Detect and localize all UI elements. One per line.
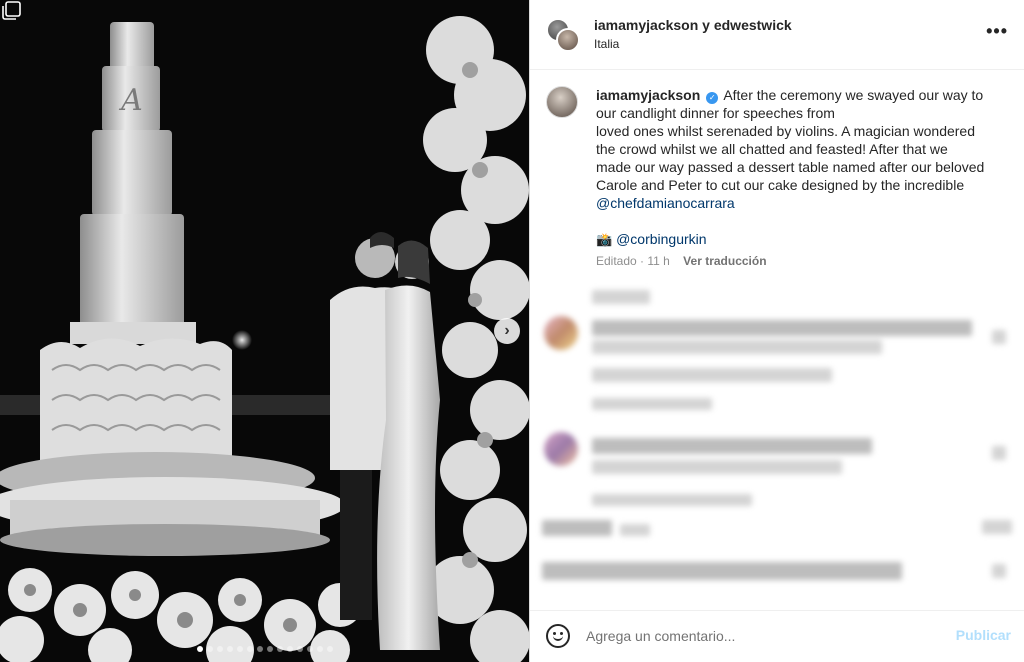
- caption-line: our candlight dinner for speeches from: [596, 105, 835, 121]
- post-details-panel: iamamyjackson y edwestwick Italia ••• ia…: [529, 0, 1024, 662]
- post-owners[interactable]: iamamyjackson y edwestwick: [594, 17, 792, 33]
- camera-emoji-icon: 📸: [596, 232, 613, 247]
- avatar[interactable]: [546, 86, 578, 118]
- edited-timestamp: Editado · 11 h: [596, 254, 670, 268]
- caption-username[interactable]: iamamyjackson: [596, 87, 700, 103]
- mention-link[interactable]: @chefdamianocarrara: [596, 195, 735, 211]
- carousel-dot: [236, 646, 243, 652]
- wedding-photo-image: A: [0, 16, 529, 662]
- emoji-smile-icon[interactable]: [546, 624, 570, 648]
- caption-line: the crowd whilst we all chatted and feas…: [596, 141, 948, 157]
- carousel-next-button[interactable]: ›: [494, 318, 520, 344]
- see-translation-link[interactable]: Ver traducción: [683, 254, 766, 268]
- publish-button[interactable]: Publicar: [956, 627, 1011, 643]
- verified-badge-icon: ✓: [706, 92, 719, 104]
- caption-line: made our way passed a dessert table name…: [596, 159, 985, 175]
- caption-line: Carole and Peter to cut our cake designe…: [596, 177, 965, 193]
- caption-line: loved ones whilst serenaded by violins. …: [596, 123, 976, 139]
- carousel-dot: [266, 646, 273, 652]
- carousel-dot: [256, 646, 263, 652]
- photo-credit-link[interactable]: @corbingurkin: [616, 231, 706, 247]
- avatar: [556, 28, 580, 52]
- carousel-dot: [316, 646, 323, 652]
- comments-list-redacted: [530, 280, 1024, 610]
- svg-text:A: A: [118, 83, 143, 118]
- post-location[interactable]: Italia: [594, 37, 619, 51]
- carousel-dot: [286, 646, 293, 652]
- add-comment-bar: Publicar: [530, 610, 1024, 662]
- comment-input[interactable]: [586, 625, 926, 647]
- post-photo[interactable]: A ›: [0, 0, 529, 662]
- carousel-dot: [226, 646, 233, 652]
- co-author-avatars[interactable]: [546, 18, 580, 52]
- post-header: iamamyjackson y edwestwick Italia •••: [530, 0, 1024, 70]
- caption-line: After the ceremony we swayed our way to: [723, 87, 984, 103]
- carousel-dot: [196, 646, 203, 652]
- carousel-dot: [216, 646, 223, 652]
- more-horizontal-icon[interactable]: •••: [986, 22, 1008, 40]
- caption-meta: Editado · 11 h Ver traducción: [596, 254, 767, 268]
- carousel-dot: [246, 646, 253, 652]
- carousel-dot: [306, 646, 313, 652]
- multiple-photos-icon: [2, 1, 21, 20]
- caption-text: iamamyjackson ✓ After the ceremony we sw…: [596, 86, 996, 249]
- carousel-dot: [326, 646, 333, 652]
- carousel-dot: [296, 646, 303, 652]
- carousel-dot: [276, 646, 283, 652]
- carousel-indicator: [0, 646, 529, 652]
- carousel-dot: [206, 646, 213, 652]
